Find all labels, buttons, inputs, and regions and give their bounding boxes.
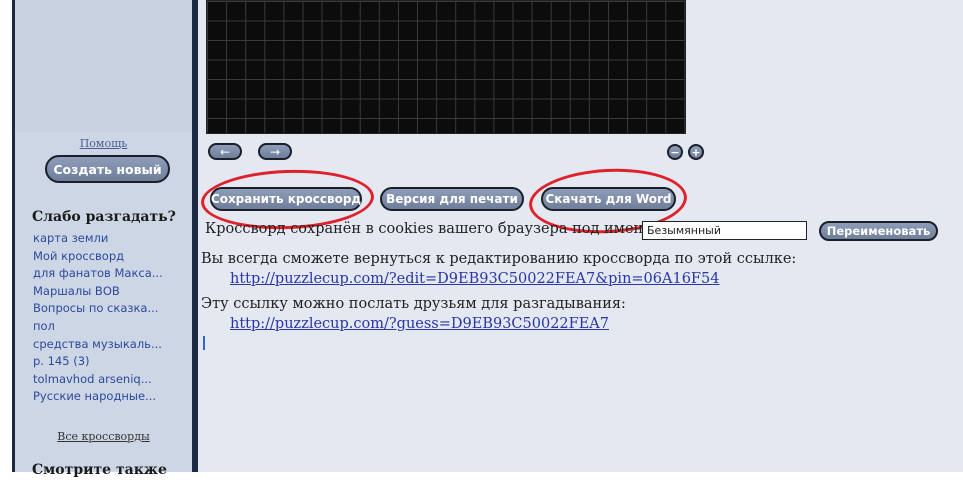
arrow-left-icon: ←	[219, 144, 231, 159]
crossword-link[interactable]: Маршалы ВОВ	[33, 283, 163, 301]
crossword-link[interactable]: для фанатов Макса...	[33, 265, 163, 283]
save-crossword-button[interactable]: Сохранить кроссворд	[210, 187, 362, 211]
plus-icon: +	[691, 145, 701, 159]
crossword-link[interactable]: карта земли	[33, 230, 163, 248]
crossword-link[interactable]: Русские народные...	[33, 388, 163, 406]
sidebar: Помощь Создать новый Слабо разгадать? ка…	[15, 0, 192, 478]
prev-arrow-button[interactable]: ←	[208, 143, 242, 160]
crossword-link[interactable]: tolmavhod arseniq...	[33, 371, 163, 389]
crossword-link[interactable]: пол	[33, 318, 163, 336]
text-cursor	[203, 336, 205, 350]
crossword-name-input[interactable]	[642, 221, 807, 240]
print-version-button[interactable]: Версия для печати	[380, 187, 524, 211]
sidebar-top-panel	[15, 0, 192, 132]
rename-button[interactable]: Переименовать	[819, 221, 938, 241]
see-also-heading: Смотрите также	[32, 462, 167, 478]
weak-to-solve-heading: Слабо разгадать?	[32, 209, 176, 225]
download-word-button[interactable]: Скачать для Word	[541, 187, 676, 211]
help-link[interactable]: Помощь	[15, 137, 192, 150]
share-link-info: Эту ссылку можно послать друзьям для раз…	[201, 296, 626, 312]
arrow-right-icon: →	[269, 144, 281, 159]
zoom-out-button[interactable]: −	[667, 144, 683, 160]
crossword-link[interactable]: средства музыкаль...	[33, 336, 163, 354]
edit-link-info: Вы всегда сможете вернуться к редактиров…	[201, 251, 797, 267]
crossword-grid[interactable]	[206, 0, 686, 134]
share-url-link[interactable]: http://puzzlecup.com/?guess=D9EB93C50022…	[230, 316, 609, 332]
crossword-list: карта земли Мой кроссворд для фанатов Ма…	[33, 230, 163, 406]
crossword-link[interactable]: р. 145 (3)	[33, 353, 163, 371]
create-new-button[interactable]: Создать новый	[45, 155, 170, 183]
minus-icon: −	[670, 145, 680, 159]
main-area: ← → − + Сохранить кроссворд Версия для п…	[198, 0, 963, 472]
edit-url-link[interactable]: http://puzzlecup.com/?edit=D9EB93C50022F…	[230, 271, 719, 287]
saved-status-text: Кроссворд сохранён в cookies вашего брау…	[205, 221, 664, 237]
zoom-in-button[interactable]: +	[688, 144, 704, 160]
crossword-link[interactable]: Мой кроссворд	[33, 248, 163, 266]
next-arrow-button[interactable]: →	[258, 143, 292, 160]
all-crosswords-link[interactable]: Все кроссворды	[15, 430, 192, 443]
crossword-link[interactable]: Вопросы по сказка...	[33, 300, 163, 318]
